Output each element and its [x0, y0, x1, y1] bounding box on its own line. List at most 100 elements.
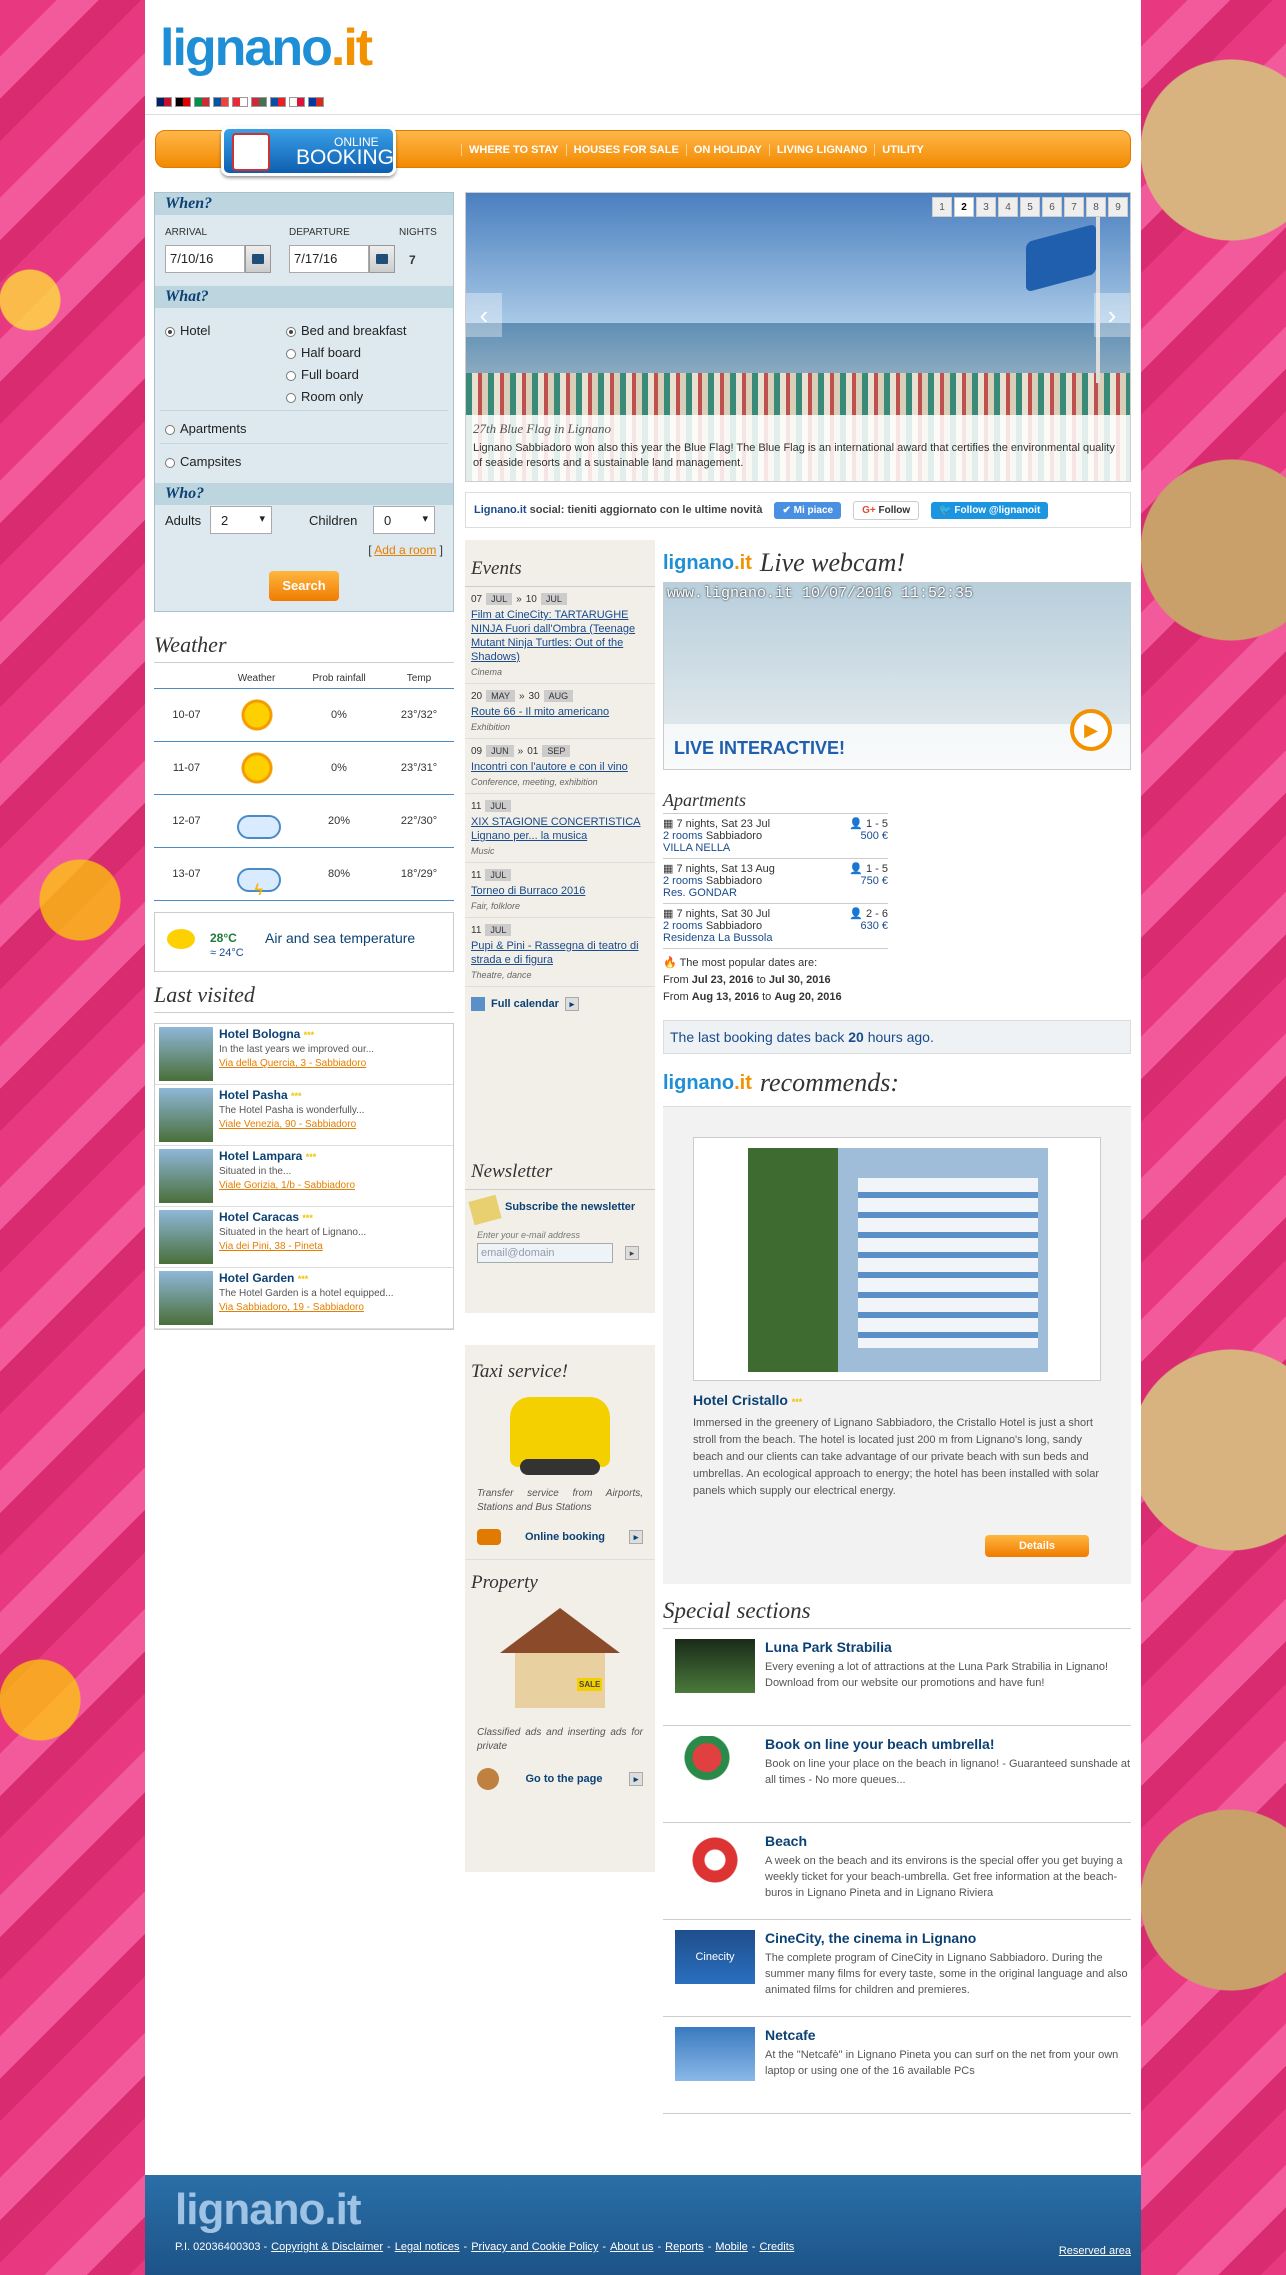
special-title[interactable]: Book on line your beach umbrella!: [765, 1736, 1131, 1752]
online-booking-button[interactable]: ONLINE BOOKING: [221, 126, 396, 176]
half-board-radio[interactable]: Half board: [286, 345, 361, 360]
adults-select[interactable]: 2: [210, 506, 272, 534]
event-title-link[interactable]: Film at CineCity: TARTARUGHE NINJA Fuori…: [471, 608, 649, 664]
room-only-radio[interactable]: Room only: [286, 389, 363, 404]
departure-input[interactable]: 7/17/16: [289, 245, 369, 273]
slider-next-button[interactable]: ›: [1094, 293, 1130, 337]
event-title-link[interactable]: Incontri con l'autore e con il vino: [471, 760, 649, 774]
search-button[interactable]: Search: [269, 571, 339, 601]
recommended-hotel-name[interactable]: Hotel Cristallo ***: [693, 1392, 802, 1408]
hu-flag-icon[interactable]: [251, 97, 267, 107]
apt-name[interactable]: Res. GONDAR: [663, 887, 888, 899]
sk-flag-icon[interactable]: [270, 97, 286, 107]
slider-page-7[interactable]: 7: [1064, 197, 1084, 217]
pl-flag-icon[interactable]: [289, 97, 305, 107]
add-room-link[interactable]: Add a room: [374, 543, 436, 557]
children-select[interactable]: 0: [373, 506, 435, 534]
special-title[interactable]: Luna Park Strabilia: [765, 1639, 1131, 1655]
footer-logo[interactable]: lignano.it: [175, 2185, 362, 2235]
arrival-input[interactable]: 7/10/16: [165, 245, 245, 273]
slider-page-8[interactable]: 8: [1086, 197, 1106, 217]
fr-flag-icon[interactable]: [213, 97, 229, 107]
list-item[interactable]: Hotel Lampara *** Situated in the... Viale…: [155, 1146, 453, 1207]
hotel-name[interactable]: Hotel Pasha ***: [219, 1088, 364, 1102]
event-title-link[interactable]: Torneo di Burraco 2016: [471, 884, 649, 898]
full-board-radio[interactable]: Full board: [286, 367, 359, 382]
hotel-cristallo-image[interactable]: [693, 1137, 1101, 1381]
details-button[interactable]: Details: [985, 1535, 1089, 1557]
it-flag-icon[interactable]: [194, 97, 210, 107]
hotel-address[interactable]: Viale Venezia, 90 - Sabbiadoro: [219, 1119, 364, 1130]
slider-page-6[interactable]: 6: [1042, 197, 1062, 217]
special-item[interactable]: Luna Park Strabilia Every evening a lot o…: [663, 1629, 1131, 1726]
special-item[interactable]: Cinecity CineCity, the cinema in Lignano T…: [663, 1920, 1131, 2017]
list-item[interactable]: Hotel Pasha *** The Hotel Pasha is wonder…: [155, 1085, 453, 1146]
apartment-item[interactable]: ▦ 7 nights, Sat 30 Jul 👤 2 - 62 rooms Sab…: [663, 904, 888, 949]
apt-name[interactable]: Residenza La Bussola: [663, 932, 888, 944]
list-item[interactable]: Hotel Garden *** The Hotel Garden is a ho…: [155, 1268, 453, 1329]
nav-item-utility[interactable]: UTILITY: [874, 144, 931, 156]
uk-flag-icon[interactable]: [156, 97, 172, 107]
special-item[interactable]: Netcafe At the "Netcafè" in Lignano Pinet…: [663, 2017, 1131, 2114]
event-title-link[interactable]: Route 66 - Il mito americano: [471, 705, 649, 719]
hotel-address[interactable]: Viale Gorizia, 1/b - Sabbiadoro: [219, 1180, 355, 1191]
footer-link-mobile[interactable]: Mobile: [715, 2241, 747, 2253]
footer-link-privacy[interactable]: Privacy and Cookie Policy: [471, 2241, 598, 2253]
sea-temperature-box[interactable]: 28°C ≈ 24°C Air and sea temperature: [154, 912, 454, 972]
footer-link-about[interactable]: About us: [610, 2241, 653, 2253]
slider-page-1[interactable]: 1: [932, 197, 952, 217]
twitter-follow-button[interactable]: 🐦 Follow @lignanoit: [931, 501, 1049, 519]
ru-flag-icon[interactable]: [308, 97, 324, 107]
apartment-item[interactable]: ▦ 7 nights, Sat 23 Jul 👤 1 - 52 rooms Sab…: [663, 814, 888, 859]
hotel-name[interactable]: Hotel Garden ***: [219, 1271, 394, 1285]
apt-name[interactable]: VILLA NELLA: [663, 842, 888, 854]
hotel-name[interactable]: Hotel Caracas ***: [219, 1210, 366, 1224]
play-icon[interactable]: ▶: [1070, 709, 1112, 751]
email-input[interactable]: email@domain: [477, 1243, 613, 1263]
hotel-address[interactable]: Via della Quercia, 3 - Sabbiadoro: [219, 1058, 374, 1069]
footer-link-credits[interactable]: Credits: [759, 2241, 794, 2253]
hotel-address[interactable]: Via Sabbiadoro, 19 - Sabbiadoro: [219, 1302, 394, 1313]
hotel-name[interactable]: Hotel Bologna ***: [219, 1027, 374, 1041]
at-flag-icon[interactable]: [232, 97, 248, 107]
full-calendar-link[interactable]: Full calendar ▸: [465, 987, 655, 1021]
slider-page-4[interactable]: 4: [998, 197, 1018, 217]
subscribe-submit-button[interactable]: ▸: [625, 1246, 639, 1260]
slider-page-9[interactable]: 9: [1108, 197, 1128, 217]
list-item[interactable]: Hotel Caracas *** Situated in the heart o…: [155, 1207, 453, 1268]
nav-item-where-to-stay[interactable]: WHERE TO STAY: [461, 144, 566, 156]
bb-radio[interactable]: Bed and breakfast: [286, 323, 407, 338]
gplus-follow-button[interactable]: G+ Follow: [853, 500, 920, 520]
footer-link-legal[interactable]: Legal notices: [395, 2241, 460, 2253]
live-webcam[interactable]: www.lignano.it 10/07/2016 11:52:35 LIVE …: [663, 582, 1131, 770]
site-logo[interactable]: lignano.it: [160, 18, 373, 78]
slider-page-5[interactable]: 5: [1020, 197, 1040, 217]
arrival-calendar-button[interactable]: [245, 245, 271, 273]
property-link[interactable]: Go to the page ▸: [465, 1754, 655, 1804]
special-item[interactable]: Book on line your beach umbrella! Book on…: [663, 1726, 1131, 1823]
de-flag-icon[interactable]: [175, 97, 191, 107]
nav-item-living-lignano[interactable]: LIVING LIGNANO: [768, 144, 874, 156]
event-title-link[interactable]: XIX STAGIONE CONCERTISTICA Lignano per..…: [471, 815, 649, 843]
special-title[interactable]: Beach: [765, 1833, 1131, 1849]
hotel-name[interactable]: Hotel Lampara ***: [219, 1149, 355, 1163]
footer-link-reports[interactable]: Reports: [665, 2241, 704, 2253]
event-title-link[interactable]: Pupi & Pini - Rassegna di teatro di stra…: [471, 939, 649, 967]
slider-page-3[interactable]: 3: [976, 197, 996, 217]
slider-prev-button[interactable]: ‹: [466, 293, 502, 337]
hotel-radio[interactable]: Hotel: [165, 323, 210, 338]
reserved-area-link[interactable]: Reserved area: [1059, 2245, 1131, 2257]
special-item[interactable]: Beach A week on the beach and its environ…: [663, 1823, 1131, 1920]
special-title[interactable]: CineCity, the cinema in Lignano: [765, 1930, 1131, 1946]
special-title[interactable]: Netcafe: [765, 2027, 1131, 2043]
nav-item-houses-for-sale[interactable]: HOUSES FOR SALE: [565, 144, 686, 156]
facebook-like-button[interactable]: ✔ Mi piace: [774, 501, 842, 519]
departure-calendar-button[interactable]: [369, 245, 395, 273]
campsites-radio[interactable]: Campsites: [165, 454, 241, 469]
nav-item-on-holiday[interactable]: ON HOLIDAY: [685, 144, 769, 156]
footer-link-copyright[interactable]: Copyright & Disclaimer: [271, 2241, 383, 2253]
apartment-item[interactable]: ▦ 7 nights, Sat 13 Aug 👤 1 - 52 rooms Sab…: [663, 859, 888, 904]
slider-page-2[interactable]: 2: [954, 197, 974, 217]
list-item[interactable]: Hotel Bologna *** In the last years we im…: [155, 1024, 453, 1085]
taxi-booking-link[interactable]: Online booking ▸: [465, 1515, 655, 1559]
